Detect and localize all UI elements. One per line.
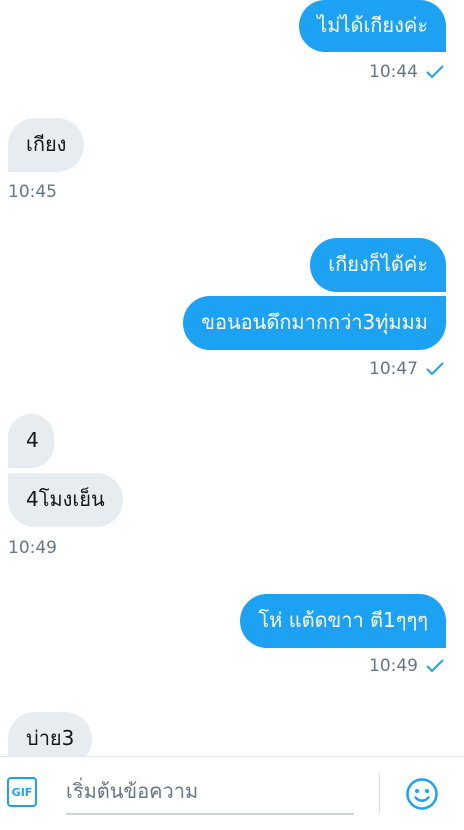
message-composer: GIF เริ่มต้นข้อความ <box>0 756 464 830</box>
gif-icon[interactable]: GIF <box>7 777 37 807</box>
composer-divider <box>379 773 380 813</box>
conversation-thread: ไม่ได้เกียงค่ะ 10:44 เกียง 10:45 เกียงก็… <box>0 0 464 756</box>
message-timestamp: 10:44 <box>369 62 444 82</box>
outgoing-message[interactable]: ไม่ได้เกียงค่ะ <box>299 0 446 52</box>
check-icon <box>426 362 444 376</box>
message-timestamp: 10:49 <box>8 538 57 558</box>
check-icon <box>426 659 444 673</box>
outgoing-message[interactable]: โห่ แต้ดขาา ตี1ๆๆๆ <box>240 594 446 648</box>
incoming-message[interactable]: บ่าย3 <box>8 712 93 756</box>
outgoing-message[interactable]: เกียงก็ได้ค่ะ <box>310 238 446 292</box>
message-timestamp: 10:45 <box>8 182 57 202</box>
emoji-icon[interactable] <box>405 777 439 811</box>
message-input[interactable]: เริ่มต้นข้อความ <box>66 767 354 815</box>
incoming-message[interactable]: 4 <box>8 414 54 468</box>
check-icon <box>426 65 444 79</box>
message-timestamp: 10:49 <box>369 656 444 676</box>
outgoing-message[interactable]: ขอนอนดึกมากกว่า3ทุ่มมม <box>183 296 446 350</box>
message-timestamp: 10:47 <box>369 359 444 379</box>
incoming-message[interactable]: 4โมงเย็น <box>8 473 123 527</box>
incoming-message[interactable]: เกียง <box>8 118 85 172</box>
